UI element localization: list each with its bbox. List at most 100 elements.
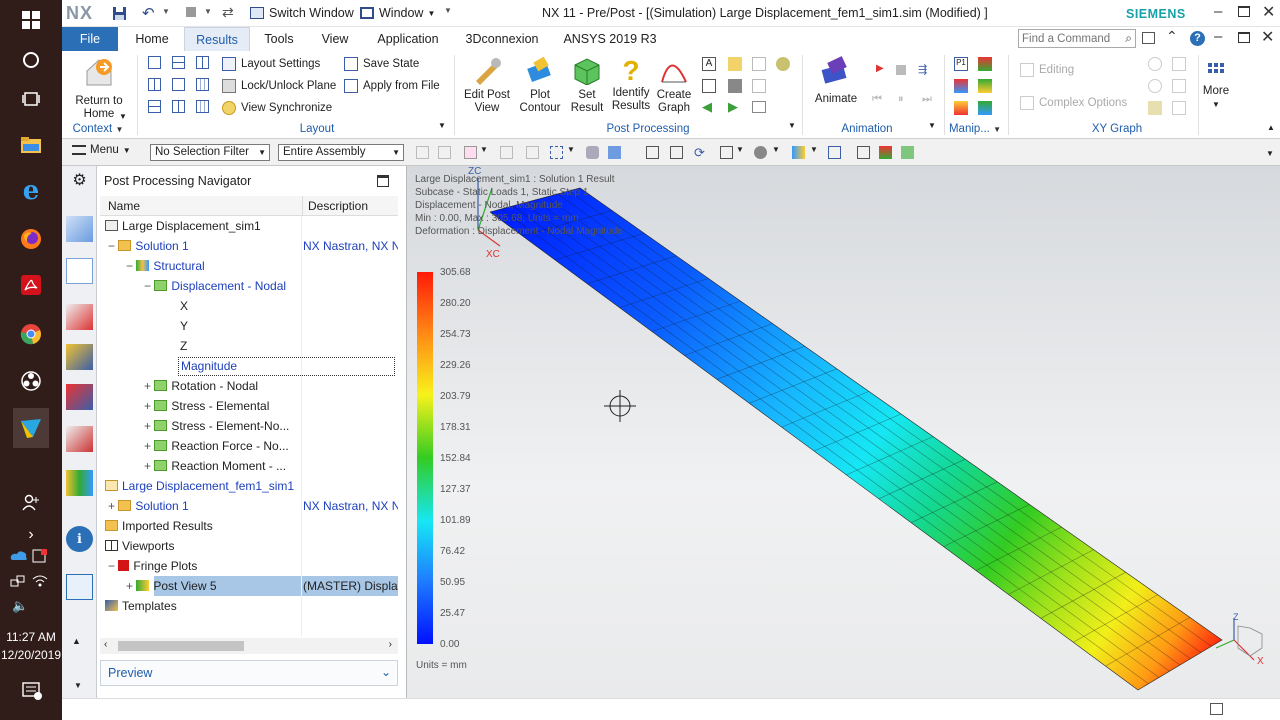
customize-dropdown-icon[interactable]: ▼	[444, 6, 452, 15]
scroll-thumb[interactable]	[118, 641, 244, 651]
select-by-dropdown-icon[interactable]: ▼	[480, 145, 488, 154]
web-browser-icon[interactable]	[66, 574, 93, 600]
status-full-screen-icon[interactable]	[1210, 703, 1223, 715]
shaded-icon[interactable]	[608, 146, 621, 159]
window-menu-button[interactable]: Window ▼	[360, 4, 435, 22]
xy-zoom-icon[interactable]	[1148, 79, 1162, 93]
tree-row[interactable]: Y	[100, 316, 397, 336]
child-close-icon[interactable]: ✕	[1261, 27, 1274, 47]
post-processing-dropdown-icon[interactable]: ▼	[788, 121, 796, 130]
tree-row[interactable]: + Solution 1 NX Nastran, NX N	[100, 496, 398, 516]
assembly-scope-dropdown[interactable]: Entire Assembly ▼	[278, 144, 404, 161]
layout-three-icon[interactable]	[172, 78, 185, 91]
render-style-dropdown-icon[interactable]: ▼	[772, 145, 780, 154]
manip-color-icon[interactable]	[978, 57, 992, 71]
clock-date[interactable]: 12/20/2019	[0, 648, 62, 662]
marker-icon[interactable]	[728, 57, 742, 71]
layout-two-vertical-icon[interactable]	[148, 78, 161, 91]
scroll-right-icon[interactable]: ›	[389, 639, 392, 650]
orient-view-dropdown-icon[interactable]: ▼	[736, 145, 744, 154]
tree-row[interactable]: + Stress - Elemental	[100, 396, 397, 416]
tab-3dconnexion[interactable]: 3Dconnexion	[460, 27, 544, 51]
layout-nine-icon[interactable]	[196, 100, 209, 113]
edit-object-display-icon[interactable]	[792, 146, 805, 159]
tab-home[interactable]: Home	[126, 27, 178, 51]
tree-row[interactable]: Templates	[100, 596, 397, 616]
layout-single-icon[interactable]	[148, 56, 161, 69]
firefox-icon[interactable]	[13, 222, 49, 256]
rectangle-select-dropdown-icon[interactable]: ▼	[567, 145, 575, 154]
command-finder[interactable]: ⌕	[1018, 29, 1136, 48]
more-button[interactable]: More ▼	[1200, 61, 1232, 111]
navigator-maximize-icon[interactable]	[377, 175, 389, 187]
horizontal-scrollbar[interactable]: ‹ ›	[100, 638, 398, 654]
ribbon-options-icon[interactable]	[1142, 32, 1155, 44]
toolbar-overflow-icon[interactable]: ▼	[1266, 149, 1274, 158]
chrome-icon[interactable]	[13, 317, 49, 351]
tree-row[interactable]: + Stress - Element-No...	[100, 416, 397, 436]
layout-two-horizontal-icon[interactable]	[172, 56, 185, 69]
render-style-icon[interactable]	[754, 146, 767, 159]
scroll-left-icon[interactable]: ‹	[104, 639, 107, 650]
manip-scale-icon[interactable]	[954, 101, 968, 115]
obs-icon[interactable]	[13, 364, 49, 398]
save-icon[interactable]	[112, 6, 127, 24]
probe-icon[interactable]	[776, 57, 790, 71]
edit-object-display-dropdown-icon[interactable]: ▼	[810, 145, 818, 154]
post-processing-navigator-icon[interactable]	[66, 258, 93, 284]
create-graph-button[interactable]: Create Graph	[654, 55, 694, 115]
tree-row[interactable]: Viewports	[100, 536, 397, 556]
tree-row[interactable]: Large Displacement_fem1_sim1	[100, 476, 397, 496]
step-forward-icon[interactable]: ⏭	[922, 93, 932, 106]
tree-row[interactable]: Imported Results	[100, 516, 397, 536]
editing-button[interactable]: Editing	[1020, 61, 1074, 79]
cortana-search-icon[interactable]	[13, 43, 49, 77]
tab-file[interactable]: File	[62, 27, 118, 51]
layout-stack-icon[interactable]	[148, 100, 161, 113]
stop-animation-icon[interactable]	[896, 65, 906, 75]
command-finder-search-icon[interactable]: ⌕	[1125, 31, 1132, 46]
restore-icon[interactable]	[1238, 6, 1250, 17]
lock-unlock-plane-button[interactable]: Lock/Unlock Plane	[222, 77, 336, 95]
role-icon[interactable]: ℹ	[66, 526, 93, 552]
stop-dropdown-icon[interactable]: ▼	[204, 7, 212, 16]
tree-row[interactable]: − Solution 1 NX Nastran, NX N	[100, 236, 398, 256]
column-name[interactable]: Name	[108, 199, 140, 213]
switch-window-button[interactable]: Switch Window	[250, 4, 354, 22]
undo-icon[interactable]: ↶	[142, 4, 155, 22]
xy-legend-icon[interactable]	[1148, 101, 1162, 115]
tree-row[interactable]: − Displacement - Nodal	[100, 276, 397, 296]
reuse-library-icon[interactable]	[66, 470, 93, 496]
pause-icon[interactable]: ⏸	[898, 93, 904, 106]
orient-view-icon[interactable]	[720, 146, 733, 159]
child-minimize-icon[interactable]: –	[1214, 28, 1222, 45]
manip-legend-icon[interactable]	[954, 79, 968, 93]
column-divider[interactable]	[302, 196, 303, 216]
rectangle-select-icon[interactable]	[550, 146, 563, 159]
identify-results-button[interactable]: ? Identify Results	[608, 55, 654, 113]
close-icon[interactable]: ✕	[1262, 2, 1275, 22]
quickpick-icon[interactable]	[438, 146, 451, 159]
task-view-icon[interactable]	[13, 82, 49, 116]
layout-group-dropdown-icon[interactable]: ▼	[438, 121, 446, 130]
select-by-icon[interactable]	[464, 146, 477, 159]
deselect-icon[interactable]	[500, 146, 513, 159]
annotation-icon[interactable]: A	[702, 57, 716, 71]
apply-from-file-button[interactable]: Apply from File	[344, 77, 440, 95]
clip-section-icon[interactable]	[857, 146, 870, 159]
select-all-icon[interactable]	[526, 146, 539, 159]
tree-row[interactable]: + Rotation - Nodal	[100, 376, 397, 396]
next-arrow-icon[interactable]: ▶	[728, 99, 738, 115]
save-state-button[interactable]: Save State	[344, 55, 419, 73]
menu-button[interactable]: Menu ▼	[72, 144, 131, 156]
volume-icon[interactable]: 🔈	[12, 598, 28, 614]
fit-icon[interactable]	[646, 146, 659, 159]
column-description[interactable]: Description	[308, 199, 368, 213]
clock-time[interactable]: 11:27 AM	[0, 630, 62, 644]
show-mesh-icon[interactable]	[879, 146, 892, 159]
help-icon[interactable]: ?	[1190, 31, 1205, 46]
view-synchronize-button[interactable]: View Synchronize	[222, 99, 332, 117]
work-layer-icon[interactable]	[828, 146, 841, 159]
simulation-navigator-icon[interactable]	[66, 216, 93, 242]
windows-start-icon[interactable]	[13, 3, 49, 37]
